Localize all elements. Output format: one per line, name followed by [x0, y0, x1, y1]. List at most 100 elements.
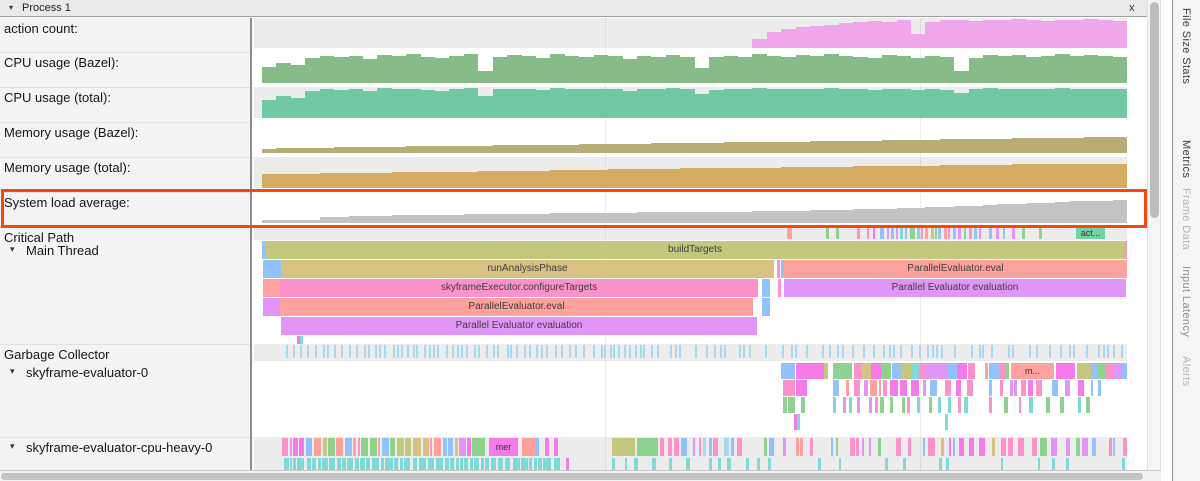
- trace-event-bar[interactable]: [1051, 438, 1057, 456]
- process-panel-header[interactable]: ▾ Process 1 x: [0, 0, 1147, 17]
- trace-event-bar[interactable]: [693, 438, 695, 456]
- trace-event-bar[interactable]: [429, 345, 431, 358]
- trace-event-bar[interactable]: [1008, 345, 1010, 358]
- trace-event-bar[interactable]: [1078, 397, 1081, 413]
- trace-event-bar[interactable]: [297, 458, 304, 470]
- trace-event-bar[interactable]: [959, 438, 964, 456]
- trace-event-bar[interactable]: [796, 363, 825, 379]
- chart-area-mem-bazel[interactable]: [262, 122, 1127, 153]
- trace-event-bar[interactable]: [822, 345, 824, 358]
- chart-area-action-count[interactable]: [262, 18, 1127, 48]
- trace-event-bar[interactable]: [974, 228, 977, 239]
- trace-event-bar[interactable]: [941, 345, 943, 358]
- trace-event-bar[interactable]: [1098, 345, 1100, 358]
- trace-event-bar[interactable]: [543, 458, 551, 470]
- trace-event-bar[interactable]: [485, 458, 489, 470]
- trace-event-bar[interactable]: [634, 458, 638, 470]
- trace-event-bar[interactable]: [554, 438, 558, 456]
- trace-event-bar[interactable]: [1052, 380, 1058, 396]
- trace-event-bar[interactable]: [610, 345, 612, 358]
- trace-event-bar[interactable]: [1113, 438, 1115, 456]
- trace-event-bar[interactable]: [329, 458, 335, 470]
- trace-event-bar[interactable]: [764, 438, 767, 456]
- trace-event-bar[interactable]: [699, 438, 701, 456]
- trace-event-bar[interactable]: [941, 438, 944, 456]
- trace-event-bar[interactable]: [826, 228, 829, 239]
- trace-event-bar[interactable]: [833, 380, 839, 396]
- trace-event-bar[interactable]: [419, 458, 426, 470]
- trace-event-bar[interactable]: [949, 438, 951, 456]
- trace-event-bar[interactable]: [679, 345, 681, 358]
- trace-event-bar[interactable]: [902, 397, 905, 413]
- trace-event-bar[interactable]: [871, 363, 881, 379]
- trace-event-bar-labeled[interactable]: mer: [489, 438, 518, 456]
- trace-event-bar[interactable]: [384, 345, 386, 358]
- trace-event-bar[interactable]: [1065, 380, 1070, 396]
- trace-event-bar[interactable]: [522, 438, 535, 456]
- trace-event-bar[interactable]: [713, 438, 718, 456]
- flame-span-skyframeExecutorconfigureTargets[interactable]: skyframeExecutor.configureTargets: [280, 279, 758, 297]
- trace-event-bar[interactable]: [474, 345, 476, 358]
- trace-event-bar[interactable]: [836, 438, 838, 456]
- trace-event-bar[interactable]: [467, 438, 471, 456]
- trace-event-bar[interactable]: [413, 345, 415, 358]
- trace-event-bar[interactable]: [908, 438, 911, 456]
- trace-event-bar[interactable]: [1036, 345, 1038, 358]
- trace-event-bar[interactable]: [416, 345, 418, 358]
- trace-event-bar[interactable]: [953, 438, 955, 456]
- trace-event-bar[interactable]: [927, 345, 929, 358]
- trace-event-bar[interactable]: [945, 380, 951, 396]
- trace-event-bar[interactable]: [1113, 363, 1122, 379]
- trace-event-bar[interactable]: [911, 345, 913, 358]
- trace-event-bar[interactable]: [390, 438, 395, 456]
- trace-event-bar[interactable]: [881, 363, 891, 379]
- trace-event-bar[interactable]: [737, 438, 742, 456]
- trace-event-bar[interactable]: [513, 458, 520, 470]
- trace-event-bar[interactable]: [601, 345, 603, 358]
- trace-event-bar[interactable]: [375, 345, 377, 358]
- chart-area-mem-total[interactable]: [262, 157, 1127, 188]
- trace-event-bar[interactable]: [529, 345, 531, 358]
- trace-event-bar[interactable]: [322, 458, 328, 470]
- trace-event-bar[interactable]: [946, 458, 949, 470]
- trace-event-bar[interactable]: [1000, 380, 1003, 396]
- trace-event-bar[interactable]: [873, 345, 875, 358]
- trace-event-bar[interactable]: [1077, 363, 1091, 379]
- trace-event-bar[interactable]: [1036, 380, 1042, 396]
- trace-event-bar[interactable]: [932, 345, 934, 358]
- trace-event-bar[interactable]: [318, 458, 321, 470]
- trace-event-bar[interactable]: [1028, 380, 1033, 396]
- sidebar-tab-input-latency[interactable]: Input Latency: [1180, 266, 1192, 337]
- trace-event-bar[interactable]: [405, 438, 411, 456]
- trace-event-bar[interactable]: [989, 397, 992, 413]
- trace-event-bar[interactable]: [818, 458, 821, 470]
- trace-event-bar[interactable]: [669, 458, 672, 470]
- trace-event-bar[interactable]: [795, 345, 797, 358]
- trace-event-bar[interactable]: [1021, 380, 1026, 396]
- trace-event-bar[interactable]: [893, 345, 895, 358]
- trace-event-bar[interactable]: [724, 345, 726, 358]
- trace-event-bar[interactable]: [510, 345, 512, 358]
- trace-event-bar[interactable]: [944, 228, 947, 239]
- trace-event-bar[interactable]: [1073, 345, 1075, 358]
- trace-event-bar[interactable]: [675, 345, 677, 358]
- trace-event-bar[interactable]: [1056, 363, 1075, 379]
- trace-event-bar[interactable]: [1032, 438, 1037, 456]
- trace-event-bar[interactable]: [478, 345, 480, 358]
- trace-event-bar[interactable]: [938, 397, 941, 413]
- trace-event-bar[interactable]: [400, 458, 403, 470]
- trace-event-bar[interactable]: [1001, 458, 1003, 470]
- trace-event-bar[interactable]: [709, 458, 712, 470]
- trace-event-bar[interactable]: [423, 438, 429, 456]
- trace-event-bar[interactable]: [1040, 438, 1047, 456]
- trace-event-bar[interactable]: [954, 345, 956, 358]
- trace-event-bar[interactable]: [1107, 345, 1109, 358]
- trace-event-bar[interactable]: [1109, 438, 1112, 456]
- trace-event-bar[interactable]: [364, 345, 366, 358]
- trace-event-bar[interactable]: [334, 345, 336, 358]
- trace-event-bar[interactable]: [629, 345, 631, 358]
- collapse-track-icon[interactable]: ▾: [10, 441, 15, 452]
- trace-event-bar[interactable]: [282, 438, 288, 456]
- trace-event-bar[interactable]: [861, 363, 871, 379]
- trace-event-bar[interactable]: [781, 363, 795, 379]
